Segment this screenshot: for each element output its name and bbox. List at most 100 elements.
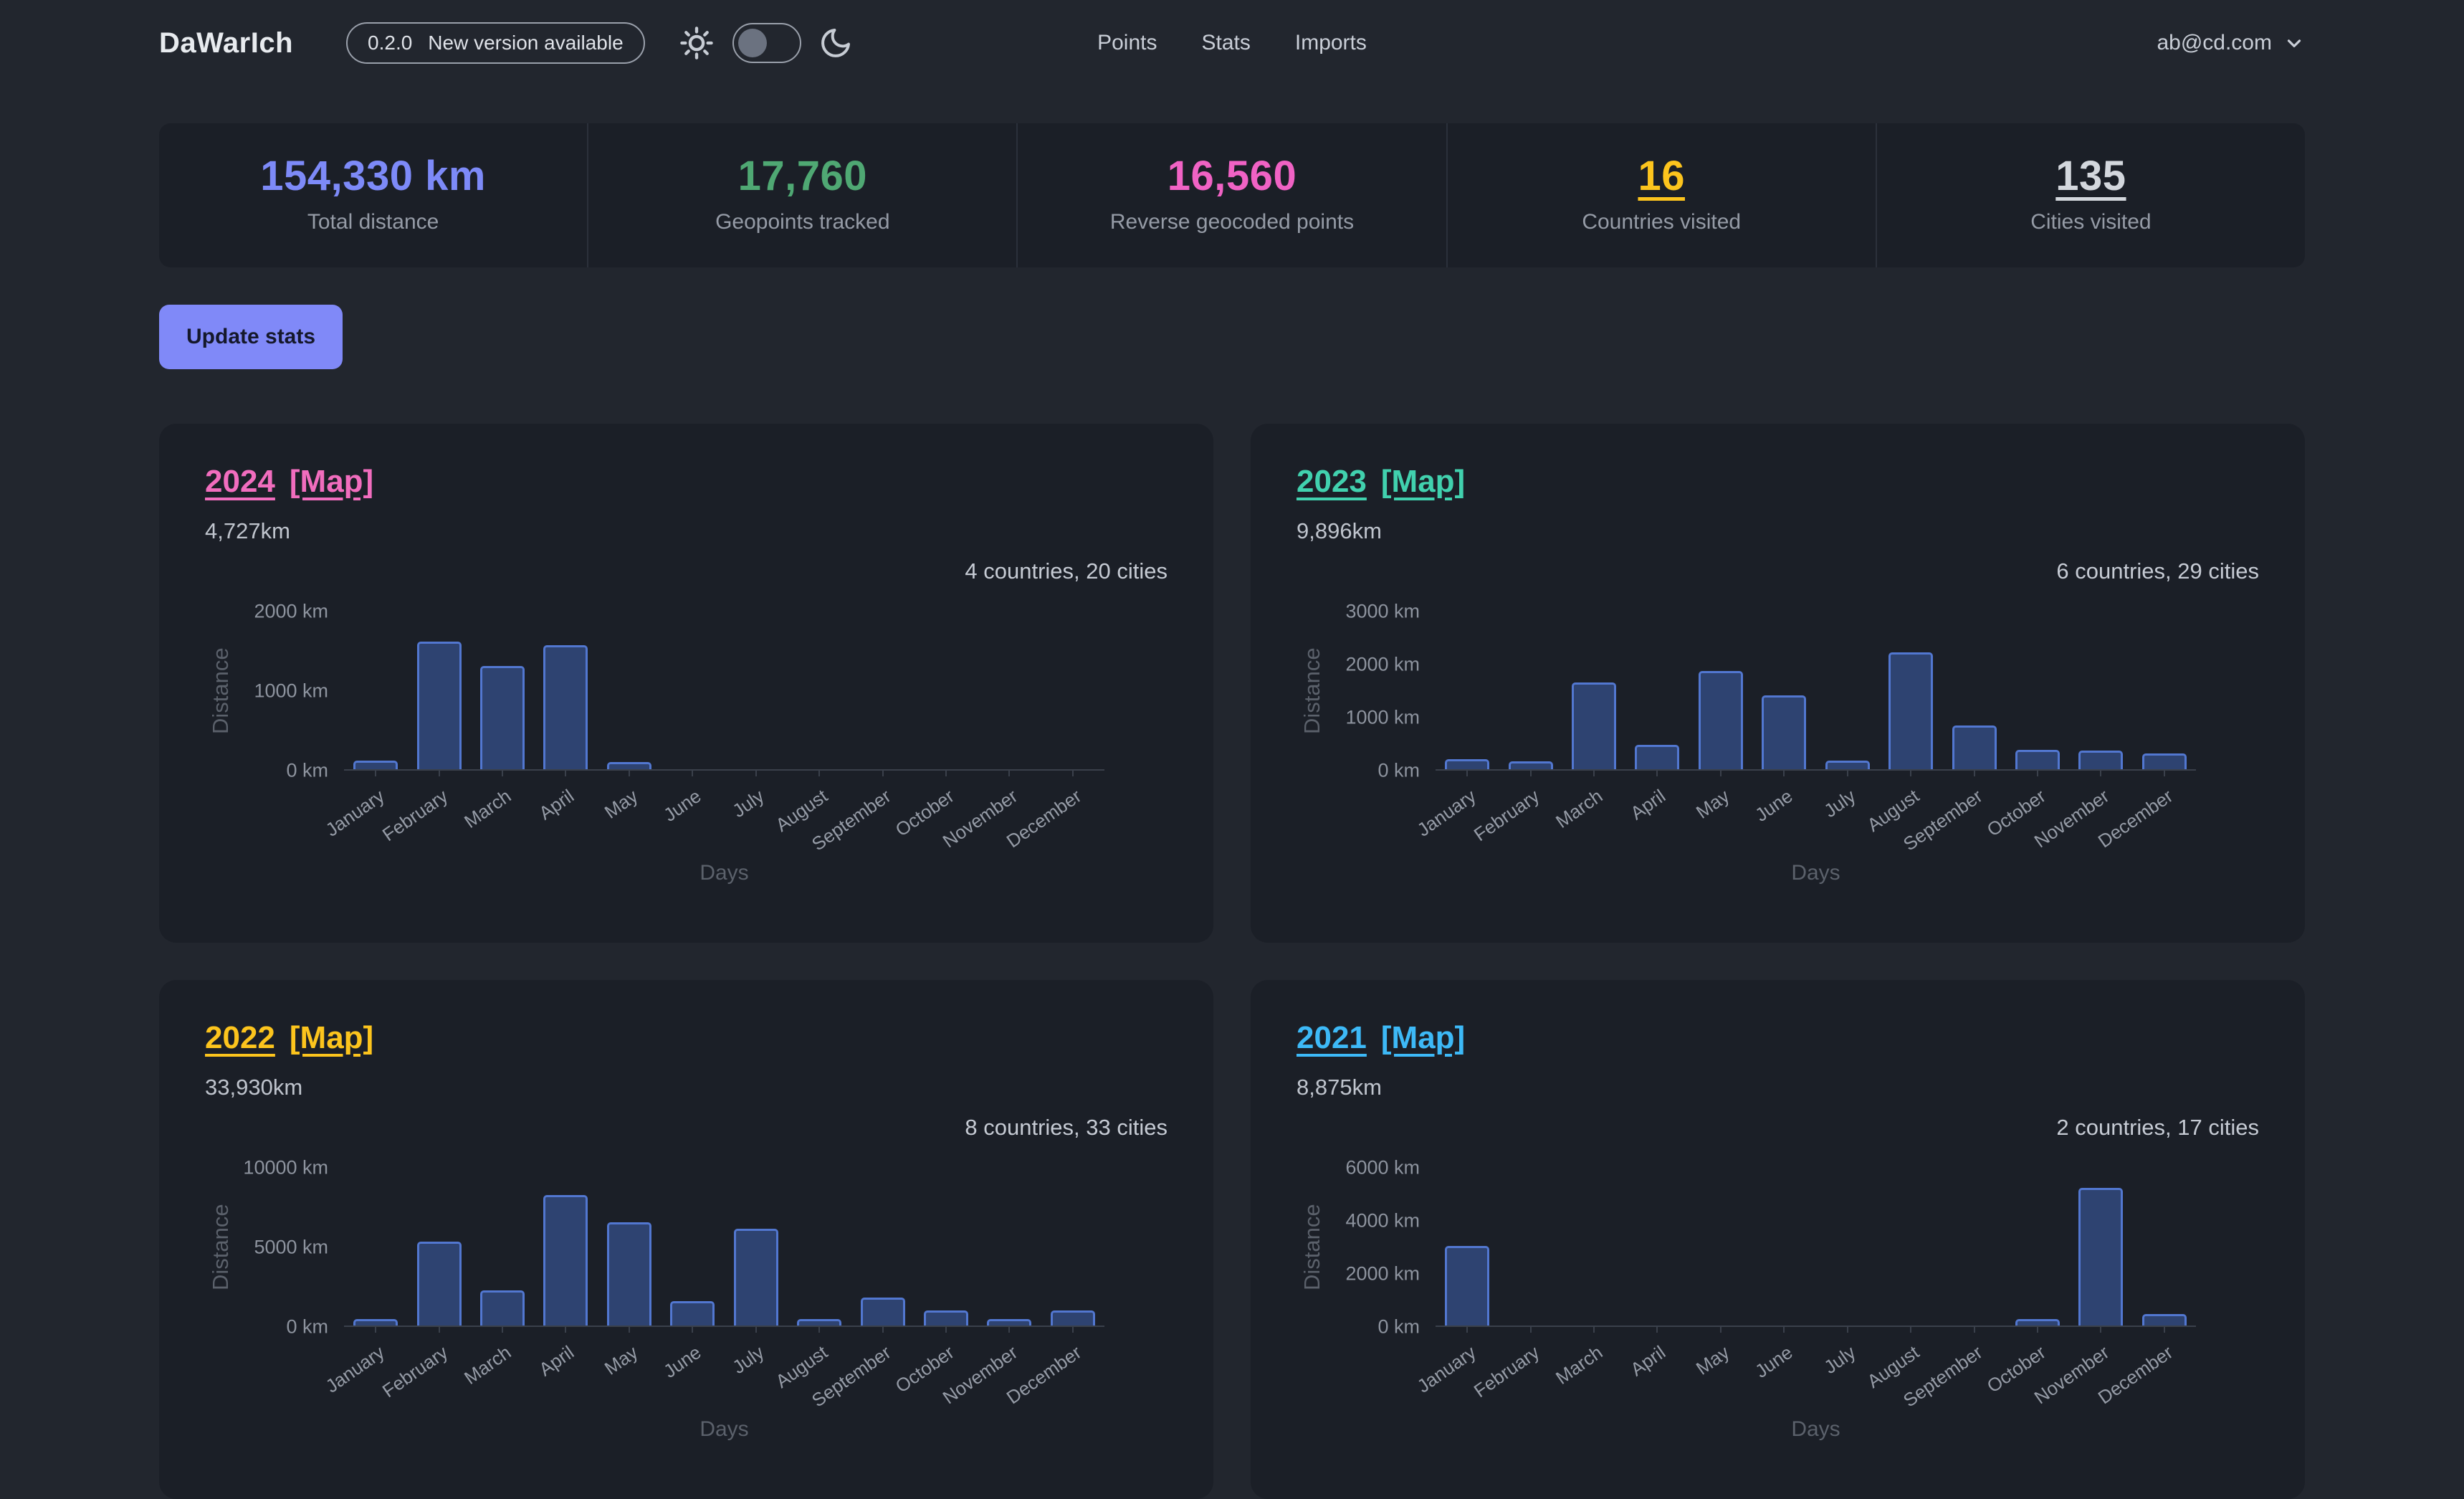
bar-2023-october[interactable] (2015, 750, 2060, 769)
x-tick-mark (1847, 1326, 1848, 1333)
map-link[interactable]: [Map] (290, 1020, 373, 1056)
year-distance: 9,896km (1297, 518, 2259, 544)
x-tick-mark (1466, 769, 1468, 776)
bar-2022-february[interactable] (417, 1242, 462, 1326)
account-menu[interactable]: ab@cd.com (2157, 31, 2305, 55)
x-tick-mark (1072, 1326, 1074, 1333)
x-tick-label: February (1469, 785, 1543, 846)
y-axis-title: Distance (205, 612, 237, 771)
map-link[interactable]: [Map] (290, 464, 373, 500)
bar-2022-august[interactable] (797, 1319, 841, 1326)
nav-link-stats[interactable]: Stats (1201, 31, 1250, 55)
stat-total-distance: 154,330 kmTotal distance (159, 123, 587, 267)
x-tick-mark (818, 769, 820, 776)
bar-2023-december[interactable] (2142, 753, 2187, 769)
map-link[interactable]: [Map] (1381, 1020, 1465, 1056)
y-tick-label: 0 km (1377, 1316, 1420, 1338)
stat-value[interactable]: 16 (1448, 152, 1876, 200)
stat-value[interactable]: 135 (1877, 152, 2305, 200)
bar-2022-july[interactable] (734, 1229, 778, 1326)
bar-2022-november[interactable] (987, 1319, 1031, 1326)
bar-2022-january[interactable] (353, 1319, 398, 1326)
bar-2023-june[interactable] (1762, 695, 1806, 769)
bar-2022-april[interactable] (543, 1195, 588, 1326)
x-tick-mark (818, 1326, 820, 1333)
year-card-2024: 2024 [Map] 4,727km 4 countries, 20 citie… (159, 424, 1213, 943)
bar-2024-january[interactable] (353, 761, 398, 769)
bar-2024-may[interactable] (607, 762, 651, 769)
bar-2022-june[interactable] (670, 1301, 715, 1326)
x-tick-mark (692, 769, 693, 776)
x-tick-mark (565, 769, 566, 776)
bar-2024-february[interactable] (417, 642, 462, 769)
x-tick-mark (1974, 1326, 1975, 1333)
x-tick-mark (1847, 769, 1848, 776)
nav-link-points[interactable]: Points (1097, 31, 1157, 55)
year-link[interactable]: 2021 (1297, 1020, 1367, 1056)
bar-2023-september[interactable] (1952, 725, 1997, 769)
bar-2021-january[interactable] (1445, 1246, 1489, 1326)
bar-2023-march[interactable] (1572, 682, 1616, 769)
x-tick-label: April (535, 1341, 578, 1381)
x-tick-label: June (659, 785, 705, 827)
map-link[interactable]: [Map] (1381, 464, 1465, 500)
bar-2023-may[interactable] (1699, 671, 1743, 769)
chart-plot-area[interactable]: Days JanuaryFebruaryMarchAprilMayJuneJul… (1436, 612, 2196, 771)
bar-2022-october[interactable] (924, 1310, 968, 1326)
year-card-2023: 2023 [Map] 9,896km 6 countries, 29 citie… (1251, 424, 2305, 943)
bar-2023-april[interactable] (1635, 745, 1679, 769)
bar-2023-july[interactable] (1825, 761, 1870, 769)
x-axis-title: Days (699, 1417, 748, 1442)
y-tick-label: 2000 km (1345, 1262, 1420, 1285)
update-stats-button[interactable]: Update stats (159, 305, 343, 369)
year-card-2022: 2022 [Map] 33,930km 8 countries, 33 citi… (159, 980, 1213, 1499)
bar-2022-march[interactable] (480, 1290, 525, 1326)
x-tick-mark (1783, 769, 1785, 776)
x-tick-label: July (729, 785, 769, 822)
bar-2021-november[interactable] (2078, 1188, 2123, 1326)
sun-icon (678, 24, 715, 62)
version-badge[interactable]: 0.2.0 New version available (346, 22, 645, 64)
chart-plot-area[interactable]: Days JanuaryFebruaryMarchAprilMayJuneJul… (344, 1168, 1104, 1327)
theme-toggle[interactable] (732, 23, 801, 63)
bar-2021-december[interactable] (2142, 1314, 2187, 1326)
nav-link-imports[interactable]: Imports (1295, 31, 1367, 55)
x-tick-mark (2037, 1326, 2038, 1333)
bar-2023-november[interactable] (2078, 751, 2123, 769)
bar-2024-march[interactable] (480, 666, 525, 769)
y-tick-label: 2000 km (1345, 653, 1420, 675)
x-tick-label: June (659, 1341, 705, 1383)
stat-reverse-geocoded-points: 16,560Reverse geocoded points (1016, 123, 1446, 267)
y-tick-label: 0 km (286, 1316, 328, 1338)
x-tick-mark (755, 1326, 757, 1333)
y-tick-label: 6000 km (1345, 1157, 1420, 1179)
bar-2024-april[interactable] (543, 645, 588, 769)
x-axis-title: Days (1791, 861, 1840, 885)
year-summary: 4 countries, 20 cities (205, 558, 1167, 584)
x-tick-mark (1720, 1326, 1722, 1333)
app-logo[interactable]: DaWarIch (159, 27, 293, 60)
year-link[interactable]: 2024 (205, 464, 275, 500)
year-link[interactable]: 2023 (1297, 464, 1367, 500)
x-tick-mark (1593, 1326, 1595, 1333)
bar-2023-february[interactable] (1509, 761, 1553, 769)
x-tick-mark (2164, 769, 2165, 776)
year-link[interactable]: 2022 (205, 1020, 275, 1056)
bar-2022-september[interactable] (861, 1298, 905, 1326)
bar-2023-august[interactable] (1888, 652, 1933, 769)
bar-2022-may[interactable] (607, 1222, 651, 1326)
x-tick-label: April (1627, 785, 1670, 824)
stat-geopoints-tracked: 17,760Geopoints tracked (587, 123, 1016, 267)
bar-2021-october[interactable] (2015, 1319, 2060, 1326)
chart-plot-area[interactable]: Days JanuaryFebruaryMarchAprilMayJuneJul… (344, 612, 1104, 771)
chart-plot-area[interactable]: Days JanuaryFebruaryMarchAprilMayJuneJul… (1436, 1168, 2196, 1327)
bar-2022-december[interactable] (1051, 1310, 1095, 1326)
y-axis-title: Distance (205, 1168, 237, 1327)
x-axis-title: Days (699, 861, 748, 885)
bar-2023-january[interactable] (1445, 759, 1489, 769)
x-tick-label: February (378, 785, 452, 846)
main-content: 154,330 kmTotal distance17,760Geopoints … (159, 123, 2305, 1499)
chevron-down-icon (2283, 32, 2305, 54)
x-tick-mark (1720, 769, 1722, 776)
y-tick-label: 4000 km (1345, 1209, 1420, 1232)
